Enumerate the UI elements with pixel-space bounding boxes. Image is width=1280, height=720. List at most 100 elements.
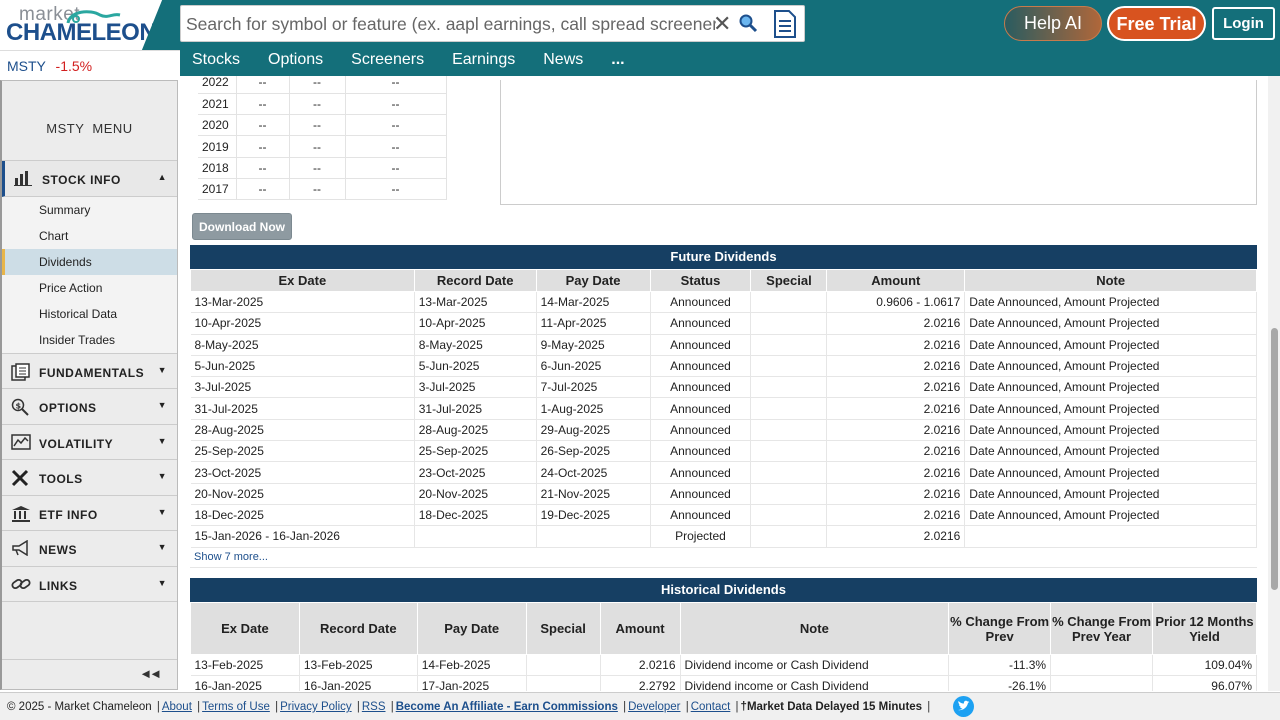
options-icon: $	[11, 398, 29, 416]
future-dividend-row: 20-Nov-2025 20-Nov-2025 21-Nov-2025 Announc…	[190, 483, 1257, 505]
current-ticker[interactable]: MSTY -1.5%	[0, 50, 180, 76]
sidebar-fundamentals[interactable]: FUNDAMENTALS ▼	[2, 354, 177, 389]
sidebar-item-dividends[interactable]: Dividends	[2, 248, 177, 275]
historical-column-header[interactable]: Amount	[599, 602, 681, 655]
footer-delayed-notice: †Market Data Delayed 15 Minutes	[740, 701, 923, 713]
footer-copyright: © 2025 - Market Chameleon	[7, 701, 152, 713]
download-button[interactable]: Download Now	[192, 213, 292, 240]
footer-link-about[interactable]: About	[162, 701, 192, 713]
sidebar-etf-info-label: ETF INFO	[39, 507, 98, 522]
caret-down-icon: ▼	[157, 364, 167, 375]
future-dividend-cell: 20-Nov-2025	[190, 483, 415, 505]
historical-column-header[interactable]: Note	[679, 602, 950, 655]
future-column-header[interactable]: Pay Date	[535, 269, 651, 292]
sidebar-links[interactable]: LINKS ▼	[2, 567, 177, 602]
footer-link-rss[interactable]: RSS	[362, 701, 386, 713]
annual-cell: --	[345, 157, 447, 179]
future-dividend-cell: 2.0216	[826, 504, 966, 527]
sidebar-options[interactable]: $ OPTIONS ▼	[2, 389, 177, 425]
historical-column-header[interactable]: Ex Date	[190, 602, 300, 655]
future-column-header[interactable]: Record Date	[413, 269, 537, 292]
future-dividend-cell: 2.0216	[826, 376, 966, 399]
free-trial-button[interactable]: Free Trial	[1107, 6, 1206, 41]
nav-screeners[interactable]: Screeners	[339, 46, 440, 76]
search-icon[interactable]	[738, 13, 758, 33]
future-column-header[interactable]: Status	[649, 269, 752, 292]
historical-column-header[interactable]: Pay Date	[416, 602, 527, 655]
future-dividend-cell: Announced	[650, 483, 752, 505]
future-dividend-cell: Announced	[650, 355, 752, 378]
sidebar-item-price-action[interactable]: Price Action	[2, 275, 177, 301]
nav-options[interactable]: Options	[256, 46, 339, 76]
logo[interactable]: market CHAMELEON	[0, 0, 180, 50]
sidebar-item-summary[interactable]: Summary	[2, 197, 177, 223]
historical-dividend-cell: 17-Jan-2025	[417, 675, 527, 691]
sidebar-tools[interactable]: TOOLS ▼	[2, 460, 177, 496]
footer-link-affiliate[interactable]: Become An Affiliate - Earn Commissions	[396, 701, 618, 713]
sidebar-item-insider-trades[interactable]: Insider Trades	[2, 327, 177, 353]
collapse-sidebar-button[interactable]: ◄◄	[2, 659, 177, 689]
footer-link-terms[interactable]: Terms of Use	[202, 701, 270, 713]
ticker-symbol[interactable]: MSTY	[7, 58, 46, 74]
historical-dividend-cell: 14-Feb-2025	[417, 654, 527, 677]
historical-column-header[interactable]: Prior 12 Months Yield	[1152, 602, 1257, 655]
future-dividend-cell: Date Announced, Amount Projected	[964, 291, 1257, 314]
nav-stocks[interactable]: Stocks	[180, 46, 256, 76]
future-dividend-cell: 9-May-2025	[536, 334, 651, 356]
future-dividend-cell: 0.9606 - 1.0617	[826, 291, 966, 314]
future-column-header[interactable]: Amount	[826, 269, 966, 292]
sidebar-etf-info[interactable]: ETF INFO ▼	[2, 496, 177, 531]
future-column-header[interactable]: Note	[964, 269, 1257, 292]
historical-dividend-row: 16-Jan-2025 16-Jan-2025 17-Jan-2025 2.2792 D…	[190, 675, 1257, 691]
future-dividend-cell: 2.0216	[826, 397, 966, 420]
sidebar-news[interactable]: NEWS ▼	[2, 531, 177, 567]
clear-icon[interactable]: ✕	[713, 11, 731, 37]
future-dividend-cell: 3-Jul-2025	[414, 376, 537, 399]
page-scrollbar[interactable]	[1268, 76, 1280, 691]
show-more-link[interactable]: Show 7 more...	[190, 548, 1257, 568]
historical-column-header[interactable]: Record Date	[298, 602, 418, 655]
future-dividend-cell	[750, 397, 828, 420]
help-ai-button[interactable]: Help AI	[1004, 6, 1102, 41]
nav-news[interactable]: News	[531, 46, 599, 76]
document-list-icon[interactable]	[773, 10, 797, 38]
annual-cell: 2020	[198, 114, 237, 137]
future-dividend-cell: Date Announced, Amount Projected	[964, 504, 1257, 527]
future-dividend-cell: 5-Jun-2025	[414, 355, 537, 378]
historical-column-header[interactable]: Special	[525, 602, 601, 655]
historical-dividend-cell: 2.0216	[600, 654, 681, 677]
volatility-icon	[11, 433, 31, 450]
footer-link-developer[interactable]: Developer	[628, 701, 680, 713]
future-dividend-cell	[750, 291, 828, 314]
sidebar-stock-info[interactable]: STOCK INFO ▲	[2, 161, 177, 197]
login-button[interactable]: Login	[1212, 7, 1275, 40]
nav-more[interactable]: ...	[599, 46, 640, 76]
future-dividend-cell: 8-May-2025	[414, 334, 537, 356]
historical-column-header[interactable]: % Change From Prev	[948, 602, 1052, 655]
search-input[interactable]	[186, 12, 716, 36]
future-dividend-cell: 10-Apr-2025	[190, 312, 415, 335]
footer-link-contact[interactable]: Contact	[691, 701, 731, 713]
sidebar-item-chart[interactable]: Chart	[2, 223, 177, 249]
annual-cell: --	[289, 135, 346, 158]
historical-column-header[interactable]: % Change From Prev Year	[1050, 602, 1153, 655]
nav-earnings[interactable]: Earnings	[440, 46, 531, 76]
future-column-header[interactable]: Ex Date	[190, 269, 415, 292]
footer-link-privacy[interactable]: Privacy Policy	[280, 701, 352, 713]
future-dividend-cell: 15-Jan-2026 - 16-Jan-2026	[190, 525, 415, 548]
annual-cell: --	[236, 178, 290, 201]
future-dividend-cell: 21-Nov-2025	[536, 483, 651, 505]
scrollbar-thumb[interactable]	[1271, 328, 1278, 590]
dividend-chart-area	[500, 80, 1257, 205]
future-dividend-cell: Date Announced, Amount Projected	[964, 312, 1257, 335]
historical-dividends-table: Ex Date Record Date Pay Date Special Amount N…	[190, 602, 1257, 691]
future-dividend-cell: 19-Dec-2025	[536, 504, 651, 527]
future-dividend-cell: 10-Apr-2025	[414, 312, 537, 335]
future-dividend-cell: Date Announced, Amount Projected	[964, 440, 1257, 463]
twitter-icon[interactable]	[953, 696, 974, 717]
sidebar-item-historical-data[interactable]: Historical Data	[2, 301, 177, 327]
annual-cell: --	[345, 114, 447, 137]
future-dividend-cell: 2.0216	[826, 312, 966, 335]
sidebar-volatility[interactable]: VOLATILITY ▼	[2, 425, 177, 460]
future-column-header[interactable]: Special	[750, 269, 828, 292]
